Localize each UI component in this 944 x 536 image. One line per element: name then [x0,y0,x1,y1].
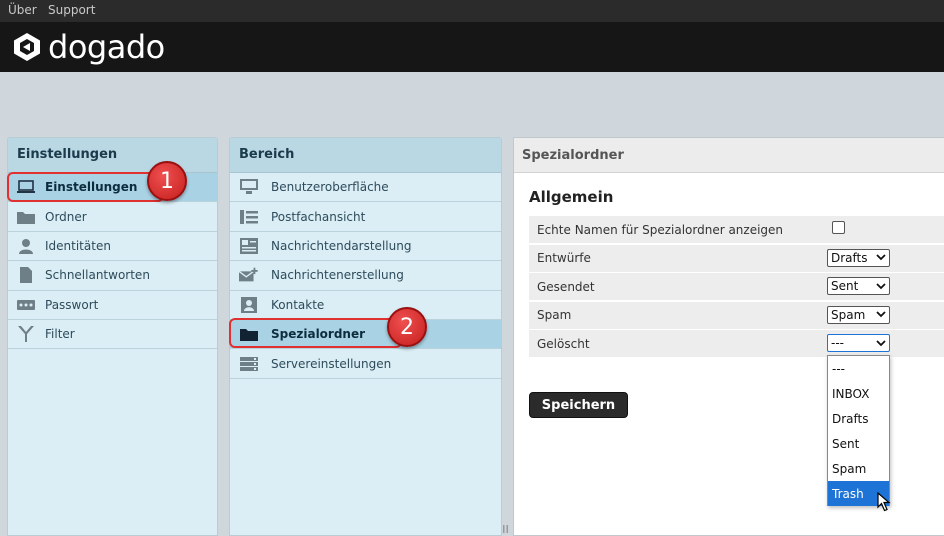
top-menu-bar: Über Support [0,0,944,22]
mouse-pointer-icon [877,492,891,512]
settings-item-label: Passwort [45,297,99,312]
compose-mail-icon [239,267,259,283]
chevron-down-icon [876,254,886,261]
dogado-logo-icon [14,33,40,61]
form-row-drafts: Entwürfe Drafts [529,244,944,272]
dropdown-option[interactable]: Sent [828,431,889,456]
password-icon [17,297,35,313]
special-folders-form: Echte Namen für Spezialordner anzeigen E… [529,216,944,359]
section-item-label: Nachrichtenerstellung [271,268,404,283]
settings-item-label: Filter [45,327,75,342]
control-cell: Sent [827,277,890,295]
section-item-servereinstellungen[interactable]: Servereinstellungen [230,349,501,379]
trash-folder-dropdown-list: --- INBOX Drafts Sent Spam Trash [827,355,890,506]
panel-resize-handle[interactable] [503,525,511,535]
settings-item-label: Identitäten [45,238,111,253]
control-cell: Spam [827,305,890,324]
control-cell [827,220,845,234]
message-display-icon [239,237,259,254]
section-item-label: Nachrichtendarstellung [271,238,412,253]
brand-logo[interactable]: dogado [12,28,165,66]
section-panel-title: Bereich [230,138,501,173]
section-item-kontakte[interactable]: Kontakte [230,291,501,320]
section-item-nachrichtendarstellung[interactable]: Nachrichtendarstellung [230,232,501,262]
spam-folder-select[interactable]: Spam [827,305,890,324]
control-cell: --- [827,334,890,352]
server-icon [239,356,259,372]
special-folders-title: Spezialordner [514,138,944,173]
section-item-postfachansicht[interactable]: Postfachansicht [230,202,501,232]
save-button[interactable]: Speichern [529,392,628,418]
chevron-down-icon [876,339,886,346]
select-value: --- [831,336,844,350]
sent-folder-select[interactable]: Sent [827,277,890,295]
drafts-folder-select[interactable]: Drafts [827,248,890,267]
highlight-box-settings [7,172,164,202]
settings-item-filter[interactable]: Filter [8,320,217,350]
select-value: Sent [831,279,859,293]
section-item-label: Postfachansicht [271,209,366,224]
contacts-icon [239,296,259,313]
brand-name: dogado [48,28,165,66]
select-value: Spam [831,307,866,322]
dropdown-option[interactable]: Drafts [828,406,889,431]
about-link[interactable]: Über [8,3,37,17]
section-item-label: Kontakte [271,297,325,312]
support-link[interactable]: Support [48,3,95,17]
trash-folder-select[interactable]: --- [827,334,890,352]
highlight-box-special-folders [229,318,402,348]
settings-item-identitaeten[interactable]: Identitäten [8,232,217,262]
form-row-label: Gelöscht [537,336,590,351]
form-row-show-real-names: Echte Namen für Spezialordner anzeigen [529,216,944,243]
settings-item-schnellantworten[interactable]: Schnellantworten [8,261,217,291]
section-item-label: Benutzeroberfläche [271,180,389,195]
settings-item-label: Schnellantworten [45,268,150,283]
general-section-title: Allgemein [529,188,614,206]
settings-item-label: Ordner [45,209,87,224]
step-badge-2: 2 [387,307,427,347]
settings-item-ordner[interactable]: Ordner [8,202,217,232]
select-value: Drafts [831,250,868,265]
grip-icon [503,525,508,533]
filter-icon [17,326,35,343]
form-row-label: Spam [537,308,572,322]
dropdown-option[interactable]: --- [828,356,889,381]
form-row-label: Gesendet [537,279,595,294]
step-badge-1: 1 [147,161,187,201]
settings-item-passwort[interactable]: Passwort [8,291,217,320]
monitor-icon [239,179,259,195]
section-item-label: Servereinstellungen [271,356,392,371]
section-item-nachrichtenerstellung[interactable]: Nachrichtenerstellung [230,261,501,291]
dropdown-option[interactable]: Spam [828,456,889,481]
app-header: dogado [0,22,944,72]
form-row-label: Echte Namen für Spezialordner anzeigen [537,222,784,237]
list-view-icon [239,209,259,225]
form-row-spam: Spam Spam [529,301,944,329]
control-cell: Drafts [827,248,890,267]
folder-icon [17,209,35,225]
settings-panel-title: Einstellungen [8,138,217,173]
form-row-trash: Gelöscht --- [529,330,944,357]
form-row-label: Entwürfe [537,251,591,265]
document-icon [17,267,35,284]
chevron-down-icon [876,311,886,318]
form-row-sent: Gesendet Sent [529,273,944,300]
chevron-down-icon [876,282,886,289]
dropdown-option[interactable]: INBOX [828,381,889,406]
section-item-benutzeroberflaeche[interactable]: Benutzeroberfläche [230,173,501,203]
show-real-names-checkbox[interactable] [832,221,845,234]
person-icon [17,238,35,254]
